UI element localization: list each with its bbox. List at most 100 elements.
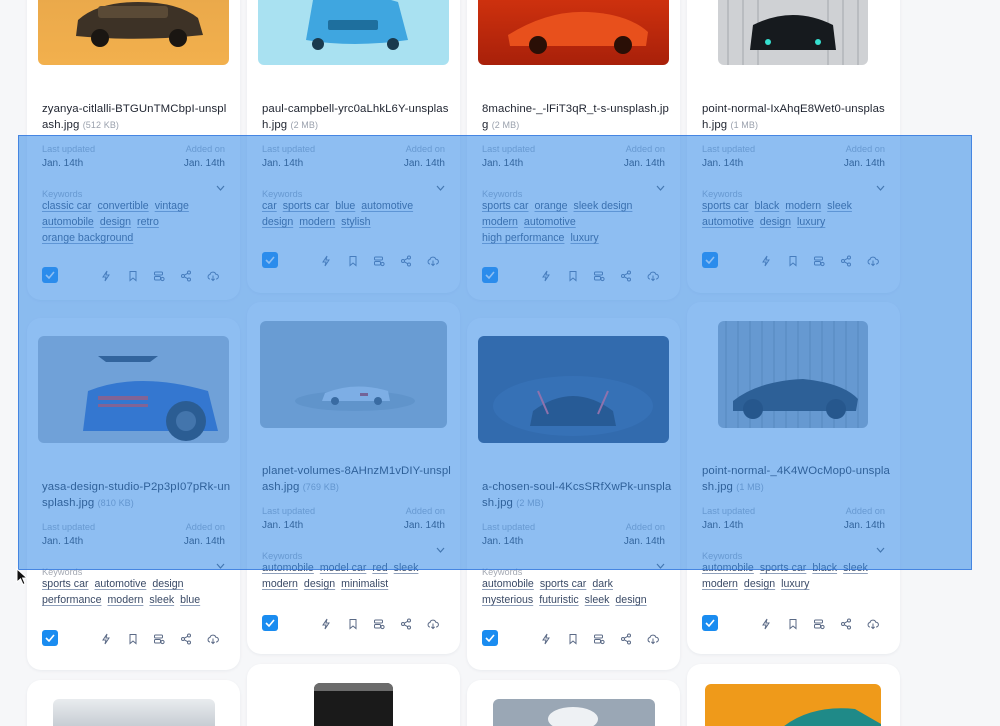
keyword-tag[interactable]: futuristic (539, 592, 578, 608)
keyword-tag[interactable]: blue (335, 198, 355, 214)
keyword-tag[interactable]: sports car (760, 560, 807, 576)
share-icon[interactable] (840, 617, 852, 630)
bolt-icon[interactable] (320, 617, 332, 630)
asset-thumbnail[interactable] (314, 683, 393, 726)
keyword-tag[interactable]: modern (107, 592, 143, 608)
keywords-header[interactable]: Keywords (262, 546, 445, 561)
keyword-tag[interactable]: orange background (42, 230, 133, 246)
keywords-header[interactable]: Keywords (702, 184, 885, 199)
bookmark-icon[interactable] (127, 632, 139, 645)
keywords-header[interactable]: Keywords (262, 184, 445, 199)
bookmark-icon[interactable] (567, 632, 579, 645)
keyword-tag[interactable]: classic car (42, 198, 91, 214)
chevron-down-icon[interactable] (436, 547, 445, 553)
select-checkbox[interactable] (42, 267, 58, 283)
keyword-tag[interactable]: sports car (482, 198, 529, 214)
keyword-tag[interactable]: design (152, 576, 183, 592)
select-checkbox[interactable] (702, 615, 718, 631)
chevron-down-icon[interactable] (216, 563, 225, 569)
select-checkbox[interactable] (262, 252, 278, 268)
keyword-tag[interactable]: design (304, 576, 335, 592)
keywords-header[interactable]: Keywords (702, 546, 885, 561)
keyword-tag[interactable]: dark (592, 576, 613, 592)
cloud-download-icon[interactable] (207, 269, 219, 282)
keyword-tag[interactable]: sleek (827, 198, 852, 214)
keyword-tag[interactable]: design (744, 576, 775, 592)
keyword-tag[interactable]: car (262, 198, 277, 214)
asset-filename[interactable]: a-chosen-soul-4KcsSRfXwPk-unsplash.jpg (… (482, 480, 672, 511)
tag-list-icon[interactable] (593, 269, 605, 282)
keyword-tag[interactable]: black (812, 560, 837, 576)
keyword-tag[interactable]: automobile (262, 560, 314, 576)
asset-filename[interactable]: 8machine-_-lFiT3qR_t-s-unsplash.jpg (2 M… (482, 102, 672, 133)
asset-card[interactable]: zyanya-citlalli-BTGUnTMCbpI-unsplash.jpg… (27, 0, 240, 300)
bookmark-icon[interactable] (787, 617, 799, 630)
keyword-tag[interactable]: automobile (702, 560, 754, 576)
asset-card[interactable]: a-chosen-soul-4KcsSRfXwPk-unsplash.jpg (… (467, 318, 680, 670)
bookmark-icon[interactable] (567, 269, 579, 282)
keyword-tag[interactable]: automobile (482, 576, 534, 592)
bookmark-icon[interactable] (347, 617, 359, 630)
asset-card[interactable]: point-normal-IxAhqE8Wet0-unsplash.jpg (1… (687, 0, 900, 293)
keyword-tag[interactable]: automobile (42, 214, 94, 230)
keyword-tag[interactable]: convertible (97, 198, 148, 214)
tag-list-icon[interactable] (373, 254, 385, 267)
asset-filename[interactable]: zyanya-citlalli-BTGUnTMCbpI-unsplash.jpg… (42, 102, 232, 133)
keyword-tag[interactable]: minimalist (341, 576, 388, 592)
bookmark-icon[interactable] (787, 254, 799, 267)
keyword-tag[interactable]: sports car (42, 576, 89, 592)
filename-text[interactable]: planet-volumes-8AHnzM1vDIY-unsplash.jpg (262, 465, 451, 493)
share-icon[interactable] (400, 617, 412, 630)
filename-text[interactable]: a-chosen-soul-4KcsSRfXwPk-unsplash.jpg (482, 481, 671, 509)
chevron-down-icon[interactable] (436, 185, 445, 191)
asset-thumbnail[interactable] (705, 684, 881, 726)
asset-thumbnail[interactable] (478, 336, 669, 443)
asset-thumbnail[interactable] (260, 321, 447, 428)
bookmark-icon[interactable] (127, 269, 139, 282)
asset-card[interactable]: paul-campbell-yrc0aLhkL6Y-unsplash.jpg (… (247, 0, 460, 293)
keyword-tag[interactable]: sleek (843, 560, 868, 576)
keyword-tag[interactable]: black (755, 198, 780, 214)
select-checkbox[interactable] (262, 615, 278, 631)
asset-filename[interactable]: yasa-design-studio-P2p3pI07pRk-unsplash.… (42, 480, 232, 511)
filename-text[interactable]: zyanya-citlalli-BTGUnTMCbpI-unsplash.jpg (42, 103, 226, 131)
keyword-tag[interactable]: sleek (585, 592, 610, 608)
bolt-icon[interactable] (320, 254, 332, 267)
keyword-tag[interactable]: design (262, 214, 293, 230)
asset-thumbnail[interactable] (38, 0, 229, 65)
keyword-tag[interactable]: automotive (702, 214, 754, 230)
asset-thumbnail[interactable] (478, 0, 669, 65)
keyword-tag[interactable]: luxury (781, 576, 809, 592)
chevron-down-icon[interactable] (876, 547, 885, 553)
share-icon[interactable] (400, 254, 412, 267)
keyword-tag[interactable]: automotive (524, 214, 576, 230)
keyword-tag[interactable]: model car (320, 560, 367, 576)
tag-list-icon[interactable] (153, 632, 165, 645)
asset-card[interactable] (687, 664, 900, 726)
share-icon[interactable] (180, 632, 192, 645)
keyword-tag[interactable]: stylish (341, 214, 370, 230)
keyword-tag[interactable]: performance (42, 592, 101, 608)
chevron-down-icon[interactable] (656, 563, 665, 569)
asset-card[interactable]: 8machine-_-lFiT3qR_t-s-unsplash.jpg (2 M… (467, 0, 680, 300)
keyword-tag[interactable]: automotive (95, 576, 147, 592)
asset-thumbnail[interactable] (718, 0, 868, 65)
bolt-icon[interactable] (100, 632, 112, 645)
select-checkbox[interactable] (482, 267, 498, 283)
asset-card[interactable]: planet-volumes-8AHnzM1vDIY-unsplash.jpg … (247, 302, 460, 654)
chevron-down-icon[interactable] (216, 185, 225, 191)
keyword-tag[interactable]: high performance (482, 230, 564, 246)
bolt-icon[interactable] (540, 632, 552, 645)
asset-thumbnail[interactable] (493, 699, 655, 726)
cloud-download-icon[interactable] (427, 254, 439, 267)
asset-card[interactable] (27, 680, 240, 726)
asset-thumbnail[interactable] (718, 321, 868, 428)
keyword-tag[interactable]: modern (299, 214, 335, 230)
select-checkbox[interactable] (482, 630, 498, 646)
share-icon[interactable] (180, 269, 192, 282)
keyword-tag[interactable]: luxury (570, 230, 598, 246)
tag-list-icon[interactable] (813, 254, 825, 267)
filename-text[interactable]: point-normal-_4K4WOcMop0-unsplash.jpg (702, 465, 890, 493)
keywords-header[interactable]: Keywords (482, 184, 665, 199)
keyword-tag[interactable]: modern (262, 576, 298, 592)
